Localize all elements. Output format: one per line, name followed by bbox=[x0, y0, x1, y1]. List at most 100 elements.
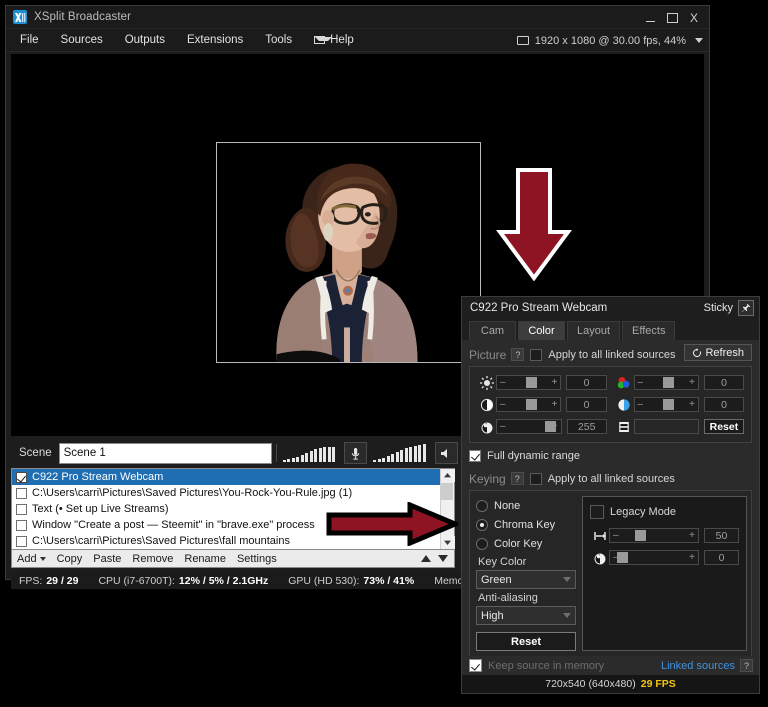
settings-source-button[interactable]: Settings bbox=[237, 553, 277, 565]
paste-source-button[interactable]: Paste bbox=[93, 553, 121, 565]
plus-label[interactable]: + bbox=[689, 377, 695, 388]
triangle-up-icon[interactable] bbox=[421, 555, 431, 562]
slider-thumb[interactable] bbox=[663, 399, 675, 410]
resolution-indicator[interactable]: 1920 x 1080 @ 30.00 fps, 44% bbox=[516, 29, 703, 52]
chevron-down-icon[interactable] bbox=[440, 536, 455, 549]
scrollbar-thumb[interactable] bbox=[440, 483, 453, 500]
minus-label[interactable]: – bbox=[638, 399, 644, 410]
keying-reset-button[interactable]: Reset bbox=[476, 632, 576, 651]
help-icon[interactable]: ? bbox=[511, 348, 525, 361]
gamma-value[interactable]: 255 bbox=[566, 419, 607, 434]
minus-label[interactable]: – bbox=[638, 377, 644, 388]
radio-color-key[interactable] bbox=[476, 537, 488, 550]
help-icon[interactable]: ? bbox=[740, 659, 753, 672]
exposure-value[interactable]: 0 bbox=[704, 550, 739, 565]
plus-label[interactable]: + bbox=[552, 377, 558, 388]
exposure-slider[interactable]: – + bbox=[609, 550, 699, 565]
list-item[interactable]: Window "Create a post — Steemit" in "bra… bbox=[12, 517, 440, 533]
source-checkbox[interactable] bbox=[16, 503, 27, 515]
plus-label[interactable]: + bbox=[689, 530, 695, 541]
key-color-select[interactable]: Green bbox=[476, 570, 576, 589]
triangle-down-icon[interactable] bbox=[438, 555, 448, 562]
refresh-button[interactable]: Refresh bbox=[684, 344, 752, 361]
tab-layout[interactable]: Layout bbox=[567, 321, 621, 340]
slider-thumb[interactable] bbox=[525, 377, 537, 388]
contrast-slider[interactable]: – + bbox=[496, 397, 562, 412]
source-checkbox[interactable] bbox=[16, 535, 27, 547]
keying-apply-all-checkbox[interactable] bbox=[529, 472, 542, 485]
full-dynamic-range-row[interactable]: Full dynamic range bbox=[469, 447, 752, 465]
picture-reset-button[interactable]: Reset bbox=[703, 419, 744, 434]
brightness-slider[interactable]: – + bbox=[496, 375, 562, 390]
keep-source-in-memory-checkbox[interactable] bbox=[469, 659, 482, 672]
tab-cam[interactable]: Cam bbox=[469, 321, 516, 340]
list-item[interactable]: C:\Users\carri\Pictures\Saved Pictures\f… bbox=[12, 533, 440, 549]
rename-source-button[interactable]: Rename bbox=[184, 553, 226, 565]
saturation-value[interactable]: 0 bbox=[703, 397, 744, 412]
minus-label[interactable]: – bbox=[613, 530, 619, 541]
legacy-mode-checkbox[interactable] bbox=[590, 505, 604, 519]
menu-file[interactable]: File bbox=[20, 34, 39, 46]
microphone-icon[interactable] bbox=[344, 442, 368, 464]
remove-source-button[interactable]: Remove bbox=[132, 553, 173, 565]
minus-label[interactable]: – bbox=[500, 421, 506, 432]
source-checkbox[interactable] bbox=[16, 519, 27, 531]
maximize-icon[interactable] bbox=[661, 8, 683, 28]
chevron-up-icon[interactable] bbox=[440, 469, 455, 482]
menu-help[interactable]: Help bbox=[314, 34, 354, 46]
keying-mode-color[interactable]: Color Key bbox=[476, 534, 576, 553]
backlight-input[interactable] bbox=[633, 419, 699, 434]
copy-source-button[interactable]: Copy bbox=[57, 553, 83, 565]
gamma-slider[interactable]: – + bbox=[496, 419, 562, 434]
picture-apply-all-checkbox[interactable] bbox=[530, 348, 543, 361]
source-checkbox[interactable] bbox=[16, 471, 27, 483]
list-item[interactable]: Text (• Set up Live Streams) bbox=[12, 501, 440, 517]
linked-sources-link[interactable]: Linked sources bbox=[661, 660, 735, 672]
menu-extensions[interactable]: Extensions bbox=[187, 34, 243, 46]
radio-none[interactable] bbox=[476, 499, 488, 512]
plus-label[interactable]: + bbox=[689, 552, 695, 563]
hue-value[interactable]: 0 bbox=[703, 375, 744, 390]
webcam-source-frame[interactable] bbox=[216, 142, 481, 363]
source-checkbox[interactable] bbox=[16, 487, 27, 499]
plus-label[interactable]: + bbox=[689, 399, 695, 410]
tab-effects[interactable]: Effects bbox=[622, 321, 676, 340]
plus-label[interactable]: + bbox=[552, 421, 558, 432]
tab-color[interactable]: Color bbox=[518, 321, 565, 340]
list-item[interactable]: C922 Pro Stream Webcam bbox=[12, 469, 440, 485]
full-dynamic-range-checkbox[interactable] bbox=[469, 450, 481, 462]
speaker-icon[interactable] bbox=[434, 442, 458, 464]
sources-scrollbar[interactable] bbox=[440, 469, 455, 549]
minus-label[interactable]: – bbox=[500, 399, 506, 410]
help-icon[interactable]: ? bbox=[510, 472, 524, 485]
threshold-slider[interactable]: – + bbox=[609, 528, 699, 543]
menu-sources[interactable]: Sources bbox=[61, 34, 103, 46]
hue-slider[interactable]: – + bbox=[633, 375, 699, 390]
source-fps: 29 FPS bbox=[640, 678, 676, 690]
minus-label[interactable]: – bbox=[613, 552, 619, 563]
list-item[interactable]: C:\Users\carri\Pictures\Saved Pictures\Y… bbox=[12, 485, 440, 501]
slider-thumb[interactable] bbox=[525, 399, 537, 410]
minus-label[interactable]: – bbox=[500, 377, 506, 388]
plus-label[interactable]: + bbox=[552, 399, 558, 410]
menu-tools[interactable]: Tools bbox=[265, 34, 292, 46]
scene-name-input[interactable]: Scene 1 bbox=[58, 442, 272, 464]
add-source-button[interactable]: Add bbox=[17, 553, 46, 565]
contrast-value[interactable]: 0 bbox=[566, 397, 607, 412]
threshold-value[interactable]: 50 bbox=[704, 528, 739, 543]
close-icon[interactable]: X bbox=[683, 8, 705, 28]
slider-thumb[interactable] bbox=[634, 530, 646, 541]
radio-chroma-key[interactable] bbox=[476, 518, 488, 531]
minimize-icon[interactable] bbox=[639, 8, 661, 28]
pin-icon[interactable] bbox=[738, 300, 754, 316]
antialiasing-select[interactable]: High bbox=[476, 606, 576, 625]
saturation-slider[interactable]: – + bbox=[633, 397, 699, 412]
keying-mode-none[interactable]: None bbox=[476, 496, 576, 515]
brightness-value[interactable]: 0 bbox=[566, 375, 607, 390]
chevron-down-icon[interactable] bbox=[695, 38, 703, 43]
keying-mode-chroma[interactable]: Chroma Key bbox=[476, 515, 576, 534]
legacy-mode-row[interactable]: Legacy Mode bbox=[590, 503, 739, 521]
sources-list[interactable]: C922 Pro Stream Webcam C:\Users\carri\Pi… bbox=[11, 468, 455, 550]
menu-outputs[interactable]: Outputs bbox=[125, 34, 165, 46]
slider-thumb[interactable] bbox=[663, 377, 675, 388]
